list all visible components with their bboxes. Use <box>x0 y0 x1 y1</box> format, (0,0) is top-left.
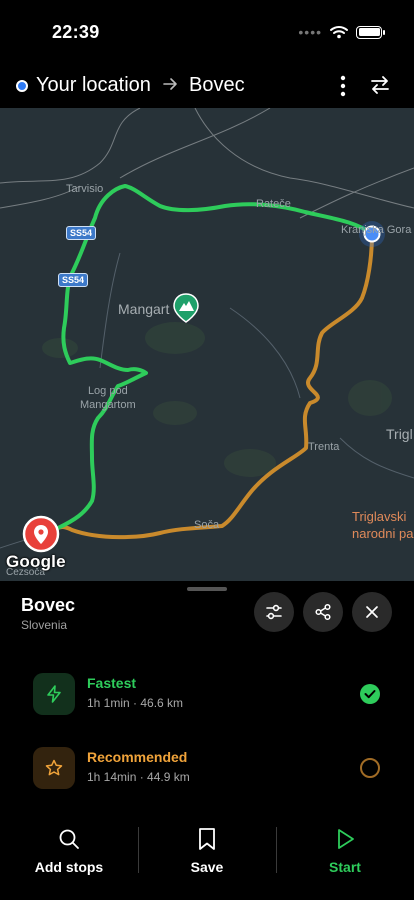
road-badge-ss54-top: SS54 <box>66 226 97 240</box>
map-label-trenta: Trenta <box>308 441 340 453</box>
route-map[interactable]: Tarvisio Rateče Kranjska Gora Mangart Lo… <box>0 108 414 581</box>
road-badge-ss54-bottom: SS54 <box>58 273 89 287</box>
route-option-icon-box <box>33 747 75 789</box>
route-option-name: Fastest <box>87 675 137 691</box>
status-time: 22:39 <box>52 22 100 42</box>
search-icon <box>59 829 79 849</box>
bottom-toolbar: Add stops Save Start <box>0 817 414 887</box>
checkmark-icon <box>364 690 376 699</box>
map-label-mangart: Mangart <box>118 301 170 317</box>
destination-pin-icon[interactable] <box>22 515 60 553</box>
route-option-detail: 1h 1min · 46.6 km <box>87 696 184 710</box>
route-option-name: Recommended <box>87 749 188 765</box>
map-label-kranjska-gora: Kranjska Gora <box>341 224 412 236</box>
add-stops-button[interactable]: Add stops <box>0 817 138 887</box>
battery-icon <box>356 25 385 39</box>
current-location-dot-icon <box>16 80 28 92</box>
borders <box>0 108 414 219</box>
map-label-log-pod-mangartom: Log pod Mangartom <box>80 385 136 411</box>
map-label-triglavski-park: Triglavski narodni pa <box>352 509 414 541</box>
start-button[interactable]: Start <box>276 817 414 887</box>
map-label-tarvisio: Tarvisio <box>66 183 104 195</box>
start-label: Start <box>329 859 361 875</box>
route-option-icon-box <box>33 673 75 715</box>
route-selected-radio[interactable] <box>360 684 380 704</box>
close-button[interactable] <box>352 592 392 632</box>
swap-icon[interactable] <box>368 73 392 97</box>
route-options-button[interactable] <box>254 592 294 632</box>
route-unselected-radio[interactable] <box>360 758 380 778</box>
save-button[interactable]: Save <box>138 817 276 887</box>
fastest-route-line[interactable] <box>56 184 374 530</box>
wifi-icon <box>330 26 348 39</box>
share-icon <box>315 603 331 621</box>
origin-label[interactable]: Your location <box>36 74 151 97</box>
destination-title: Bovec <box>21 595 76 615</box>
route-option-detail: 1h 14min · 44.9 km <box>87 770 190 784</box>
share-button[interactable] <box>303 592 343 632</box>
save-label: Save <box>190 859 224 875</box>
more-vertical-icon[interactable] <box>334 73 352 99</box>
route-bottom-sheet: Bovec Slovenia Fastest 1h 1min · 46.6 km… <box>0 581 414 900</box>
map-label-ratece: Rateče <box>256 198 291 210</box>
star-icon <box>45 759 63 776</box>
status-bar: 22:39 •••• <box>0 0 414 64</box>
google-attribution-logo: Google <box>6 552 66 571</box>
bookmark-icon <box>199 828 215 850</box>
signal-dots-icon: •••• <box>298 24 322 40</box>
sliders-icon <box>266 604 282 620</box>
play-icon <box>338 829 354 849</box>
map-label-soca: Soča <box>194 519 220 531</box>
sheet-drag-handle[interactable] <box>187 587 227 591</box>
lightning-icon <box>47 685 61 703</box>
add-stops-label: Add stops <box>34 859 104 875</box>
destination-label[interactable]: Bovec <box>189 74 245 97</box>
route-option-recommended[interactable]: Recommended 1h 14min · 44.9 km <box>0 739 414 799</box>
status-icons: •••• <box>298 24 385 40</box>
map-label-trigl: Trigl <box>386 426 413 442</box>
mountain-poi-icon[interactable] <box>173 293 199 323</box>
destination-country: Slovenia <box>21 618 68 632</box>
route-option-fastest[interactable]: Fastest 1h 1min · 46.6 km <box>0 665 414 725</box>
arrow-right-icon <box>163 78 177 90</box>
close-icon <box>366 606 378 618</box>
route-header: Your location Bovec <box>0 64 414 108</box>
